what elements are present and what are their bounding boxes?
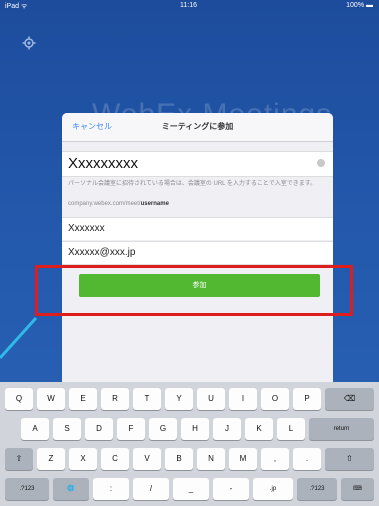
carrier-label: iPad ᯤ	[5, 3, 28, 10]
globe-icon[interactable]: 🌐	[53, 478, 89, 500]
key-dash[interactable]: -	[213, 478, 249, 500]
numbers-key-right[interactable]: .?123	[297, 478, 337, 500]
status-bar: iPad ᯤ 11:16 100% ▬	[0, 0, 379, 12]
arrow-pointer-icon	[0, 316, 38, 360]
key-g[interactable]: G	[149, 418, 177, 440]
key-y[interactable]: Y	[165, 388, 193, 410]
key-z[interactable]: Z	[37, 448, 65, 470]
key-comma[interactable]: ,	[261, 448, 289, 470]
email-field[interactable]: Xxxxxx@xxx.jp	[62, 241, 333, 265]
key-b[interactable]: B	[165, 448, 193, 470]
numbers-key-left[interactable]: .?123	[5, 478, 49, 500]
key-colon[interactable]: :	[93, 478, 129, 500]
clear-icon[interactable]	[317, 159, 325, 167]
key-d[interactable]: D	[85, 418, 113, 440]
key-w[interactable]: W	[37, 388, 65, 410]
meeting-number-value: Xxxxxxxxx	[68, 155, 139, 172]
key-j[interactable]: J	[213, 418, 241, 440]
key-r[interactable]: R	[101, 388, 129, 410]
key-m[interactable]: M	[229, 448, 257, 470]
hint-example-prefix: company.webex.com/meet/	[68, 201, 141, 207]
key-o[interactable]: O	[261, 388, 289, 410]
clock: 11:16	[180, 2, 197, 9]
key-v[interactable]: V	[133, 448, 161, 470]
shift-key-right[interactable]: ⇧	[325, 448, 374, 470]
key-period[interactable]: .	[293, 448, 321, 470]
email-value: Xxxxxx@xxx.jp	[68, 247, 136, 258]
key-p[interactable]: P	[293, 388, 321, 410]
name-field[interactable]: Xxxxxxx	[62, 217, 333, 240]
key-k[interactable]: K	[245, 418, 273, 440]
key-underscore[interactable]: _	[173, 478, 209, 500]
backspace-key[interactable]: ⌫	[325, 388, 374, 410]
join-meeting-dialog: キャンセル ミーティングに参加 Xxxxxxxxx パーソナル会議室に招待されて…	[62, 113, 333, 398]
key-dot-jp[interactable]: .jp	[253, 478, 293, 500]
key-x[interactable]: X	[69, 448, 97, 470]
key-i[interactable]: I	[229, 388, 257, 410]
gear-icon[interactable]	[22, 36, 36, 50]
key-slash[interactable]: /	[133, 478, 169, 500]
key-h[interactable]: H	[181, 418, 209, 440]
hint-text: パーソナル会議室に招待されている場合は、会議室の URL を入力することで入室で…	[68, 181, 317, 187]
hint-example: company.webex.com/meet/username	[68, 201, 169, 207]
highlight-box	[35, 265, 353, 316]
return-key[interactable]: return	[309, 418, 374, 440]
key-n[interactable]: N	[197, 448, 225, 470]
key-e[interactable]: E	[69, 388, 97, 410]
shift-key-left[interactable]: ⇧	[5, 448, 33, 470]
key-f[interactable]: F	[117, 418, 145, 440]
key-t[interactable]: T	[133, 388, 161, 410]
key-q[interactable]: Q	[5, 388, 33, 410]
dialog-header: キャンセル ミーティングに参加	[62, 113, 333, 142]
key-s[interactable]: S	[53, 418, 81, 440]
key-l[interactable]: L	[277, 418, 305, 440]
key-a[interactable]: A	[21, 418, 49, 440]
key-u[interactable]: U	[197, 388, 225, 410]
keyboard: Q W E R T Y U I O P ⌫ A S D F G H J K L …	[0, 382, 379, 506]
key-c[interactable]: C	[101, 448, 129, 470]
dialog-title: ミーティングに参加	[161, 122, 234, 131]
battery-indicator: 100% ▬	[346, 2, 373, 9]
meeting-number-input[interactable]: Xxxxxxxxx	[62, 151, 333, 177]
hint-example-username: username	[140, 201, 169, 207]
hide-keyboard-icon[interactable]: ⌨	[341, 478, 374, 500]
name-value: Xxxxxxx	[68, 223, 105, 234]
